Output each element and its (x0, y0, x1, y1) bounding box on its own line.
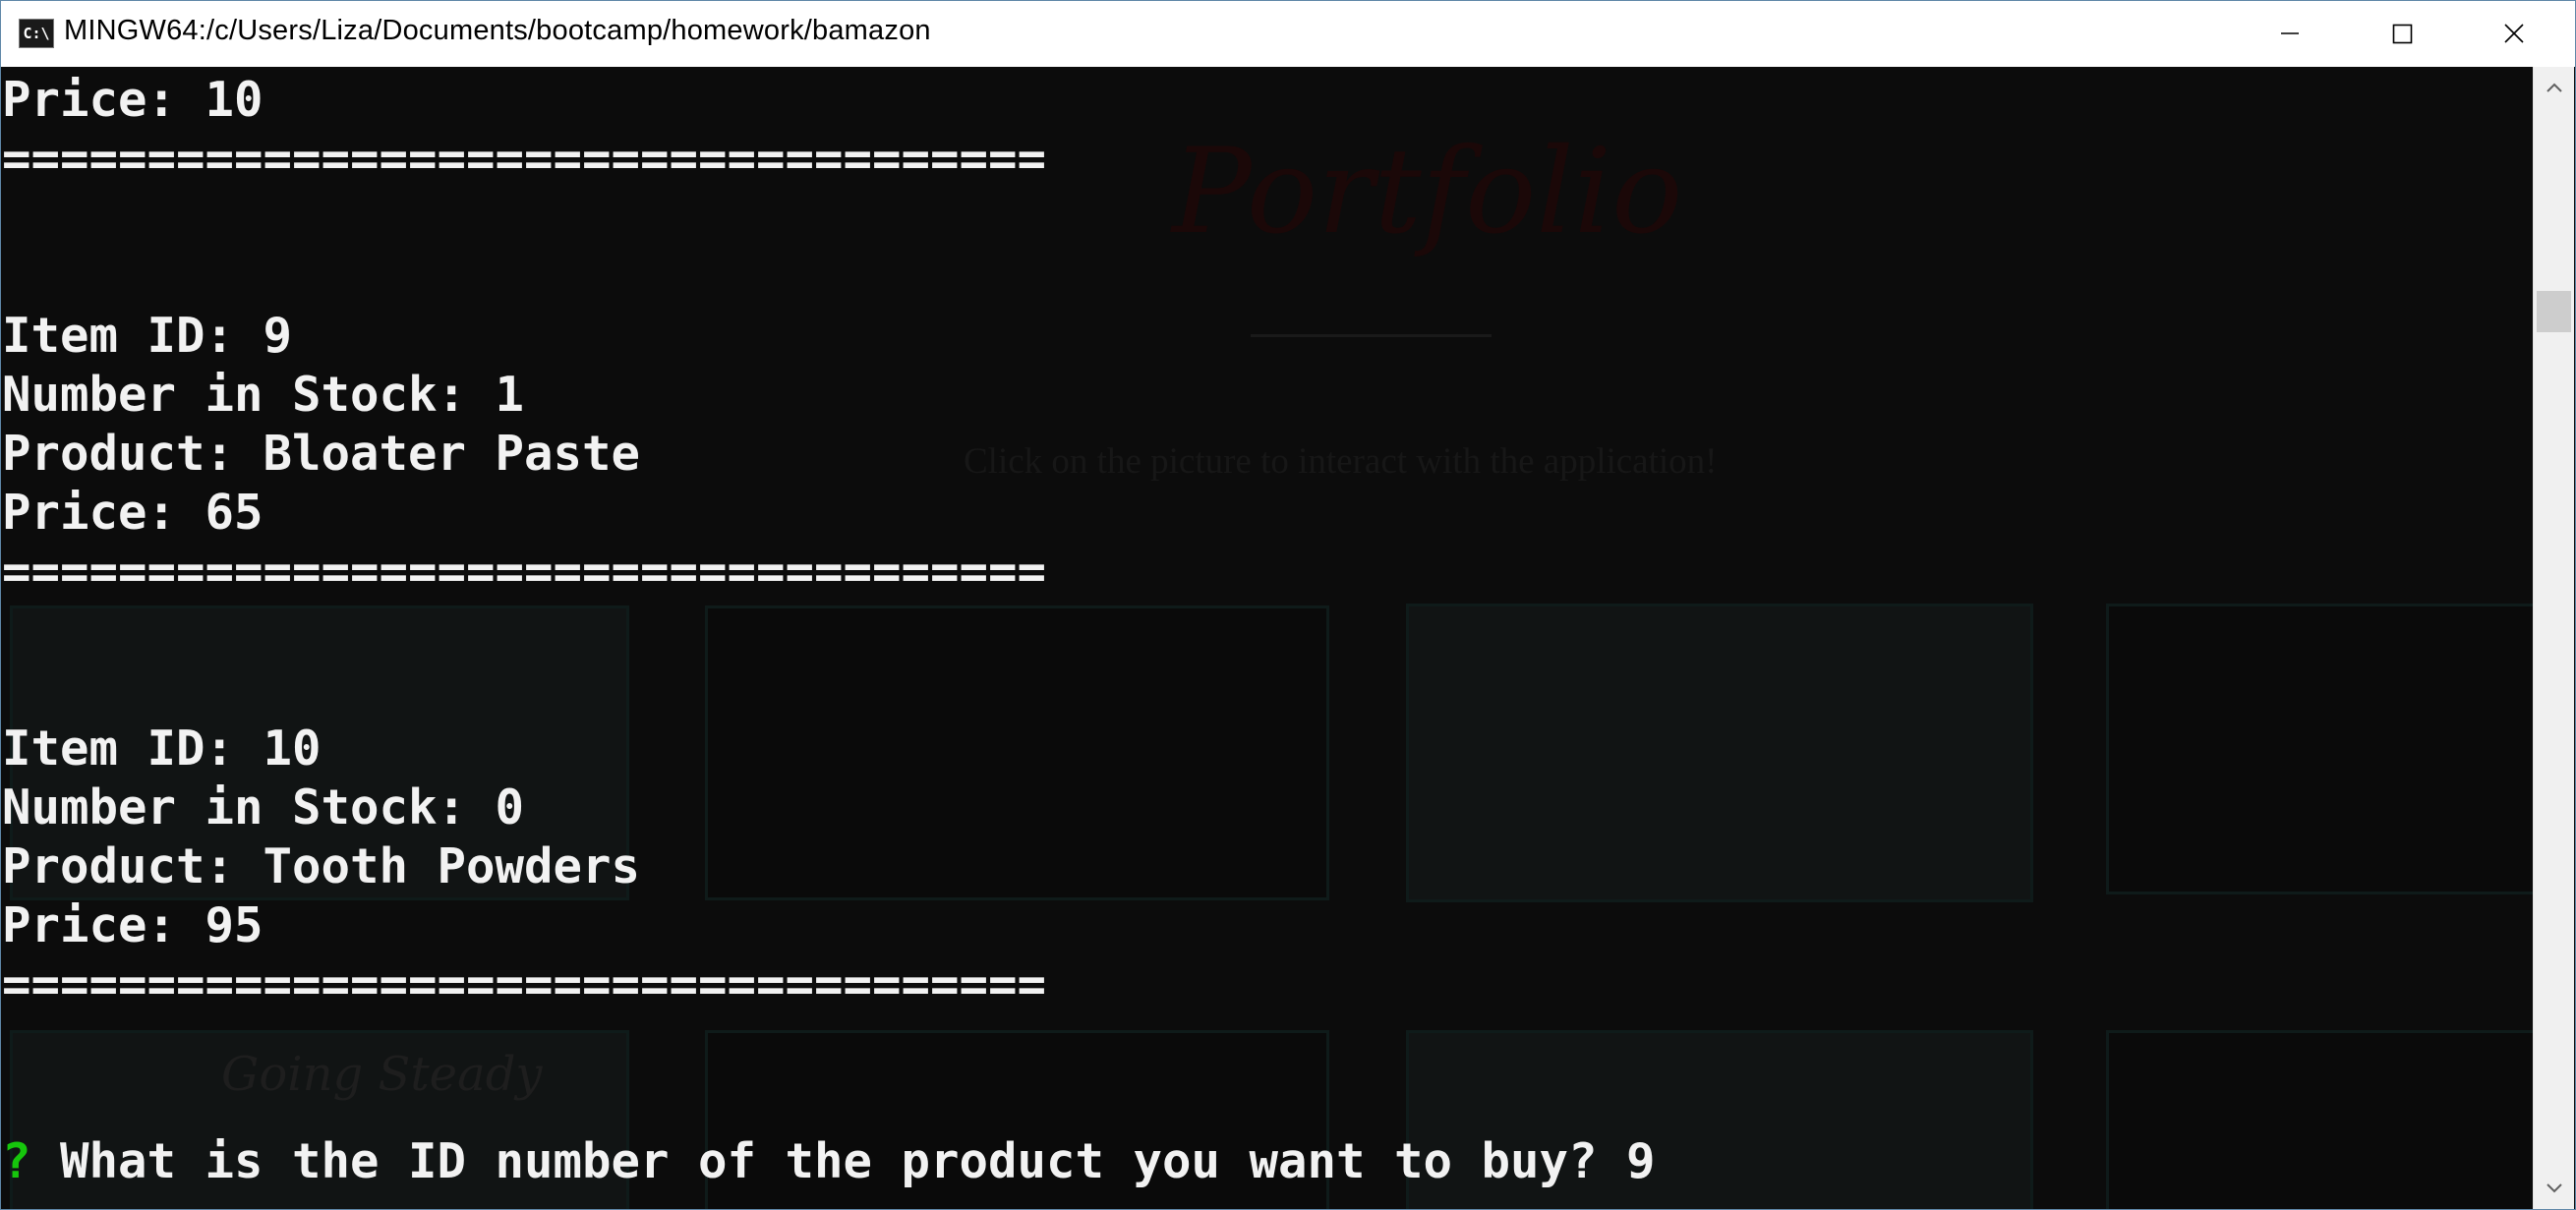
window-title: MINGW64:/c/Users/Liza/Documents/bootcamp… (64, 15, 931, 46)
chevron-down-icon (2547, 1183, 2562, 1193)
chevron-up-icon (2547, 83, 2562, 92)
terminal-line: Item ID: 9 (2, 308, 293, 364)
terminal-line: ==================================== (2, 956, 1047, 1012)
prompt-question-mark: ? (2, 1133, 31, 1189)
terminal-line: ==================================== (2, 131, 1047, 187)
terminal-line: Price: 95 (2, 897, 263, 953)
ghost-card (1406, 604, 2033, 902)
close-button[interactable] (2458, 1, 2570, 66)
terminal-line: Item ID: 10 (2, 720, 322, 777)
terminal-line: Price: 65 (2, 485, 263, 541)
ghost-portfolio-title: Portfolio (1172, 124, 1683, 260)
maximize-icon (2392, 24, 2413, 44)
background-page-ghost: Portfolio Click on the picture to intera… (2, 67, 2533, 1209)
ghost-divider (1251, 334, 1492, 337)
ghost-card (2106, 604, 2533, 894)
terminal-line: Product: Tooth Powders (2, 838, 641, 894)
minimize-button[interactable] (2234, 1, 2346, 66)
minimize-icon (2281, 32, 2299, 34)
terminal-line: ==================================== (2, 544, 1047, 600)
ghost-caption: Click on the picture to interact with th… (964, 441, 1718, 482)
terminal-line: Product: Bloater Paste (2, 426, 641, 482)
terminal-line: Number in Stock: 0 (2, 779, 525, 835)
console-icon[interactable]: C:\ (19, 19, 54, 48)
terminal-line: Price: 10 (2, 72, 263, 128)
scroll-down-button[interactable] (2534, 1168, 2575, 1209)
close-icon (2504, 24, 2524, 43)
ghost-card-text: Going Steady (221, 1047, 543, 1102)
scroll-thumb[interactable] (2537, 291, 2571, 332)
ghost-card (2106, 1030, 2533, 1209)
prompt-question-text: What is the ID number of the product you… (30, 1133, 1656, 1189)
terminal-output[interactable]: Portfolio Click on the picture to intera… (2, 67, 2533, 1209)
terminal-line: Number in Stock: 1 (2, 367, 525, 423)
title-bar[interactable]: C:\ MINGW64:/c/Users/Liza/Documents/boot… (1, 1, 2575, 67)
scroll-up-button[interactable] (2534, 67, 2575, 108)
maximize-button[interactable] (2346, 1, 2458, 66)
input-prompt-line[interactable]: ? What is the ID number of the product y… (2, 1132, 1656, 1191)
terminal-window: C:\ MINGW64:/c/Users/Liza/Documents/boot… (0, 0, 2576, 1210)
ghost-card (705, 605, 1329, 900)
vertical-scrollbar[interactable] (2533, 67, 2574, 1209)
